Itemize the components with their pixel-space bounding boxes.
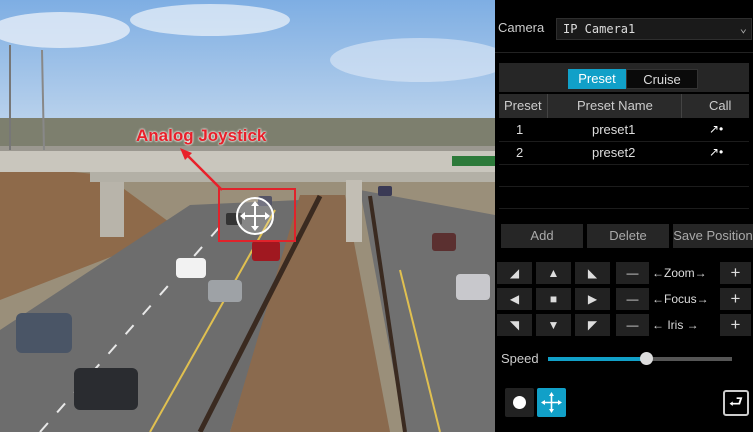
camera-row: Camera IP Camera1 ⌄ bbox=[495, 14, 753, 42]
crosshair-arrows-icon bbox=[240, 201, 270, 231]
move-arrows-icon bbox=[541, 392, 562, 413]
speed-slider-thumb[interactable] bbox=[639, 352, 653, 365]
iris-open-button[interactable]: + bbox=[720, 314, 751, 336]
column-header-preset: Preset bbox=[504, 98, 542, 113]
pan-left-button[interactable]: ◀ bbox=[497, 288, 532, 310]
preset-table-header: Preset Preset Name Call bbox=[499, 94, 749, 118]
stop-button[interactable]: ■ bbox=[536, 288, 571, 310]
analog-joystick[interactable] bbox=[236, 197, 274, 235]
iris-close-button[interactable]: — bbox=[616, 314, 649, 336]
pan-right-button[interactable]: ▶ bbox=[575, 288, 610, 310]
zoom-label: ←Zoom→ bbox=[652, 266, 707, 280]
pan-up-button[interactable]: ▲ bbox=[536, 262, 571, 284]
preset-name: preset1 bbox=[592, 122, 636, 137]
divider bbox=[499, 164, 749, 165]
preset-cruise-tabs: Preset Cruise bbox=[499, 63, 749, 92]
speed-slider-fill bbox=[548, 357, 646, 361]
divider bbox=[499, 186, 749, 187]
focus-label: ←Focus→ bbox=[652, 292, 709, 306]
preset-name: preset2 bbox=[592, 145, 636, 160]
iris-label: ← Iris → bbox=[652, 318, 699, 332]
table-row[interactable]: 1 preset1 ↗• bbox=[499, 119, 749, 141]
zoom-in-button[interactable]: + bbox=[720, 262, 751, 284]
call-preset-icon[interactable]: ↗• bbox=[709, 145, 723, 159]
add-button[interactable]: Add bbox=[501, 224, 583, 248]
table-row[interactable]: 2 preset2 ↗• bbox=[499, 142, 749, 164]
preset-index: 1 bbox=[516, 122, 524, 137]
divider bbox=[547, 94, 548, 118]
pan-up-right-button[interactable]: ◣ bbox=[575, 262, 610, 284]
speed-label: Speed bbox=[501, 351, 539, 366]
column-header-preset-name: Preset Name bbox=[577, 98, 653, 113]
pan-up-left-button[interactable]: ◢ bbox=[497, 262, 532, 284]
focus-near-button[interactable]: — bbox=[616, 288, 649, 310]
return-arrow-icon: ⮐ bbox=[728, 394, 744, 411]
camera-view[interactable]: Analog Joystick bbox=[0, 0, 495, 432]
tab-preset[interactable]: Preset bbox=[568, 69, 626, 89]
pan-down-left-button[interactable]: ◥ bbox=[497, 314, 532, 336]
preset-index: 2 bbox=[516, 145, 524, 160]
analog-joystick-annotation: Analog Joystick bbox=[136, 126, 267, 145]
delete-button[interactable]: Delete bbox=[587, 224, 669, 248]
zoom-out-button[interactable]: — bbox=[616, 262, 649, 284]
back-button[interactable]: ⮐ bbox=[723, 390, 749, 416]
record-button[interactable] bbox=[505, 388, 534, 417]
pan-down-right-button[interactable]: ◤ bbox=[575, 314, 610, 336]
speed-slider[interactable] bbox=[548, 352, 732, 365]
ptz-move-button[interactable] bbox=[537, 388, 566, 417]
column-header-call: Call bbox=[709, 98, 732, 113]
camera-select-value: IP Camera1 bbox=[563, 22, 636, 36]
camera-select[interactable]: IP Camera1 ⌄ bbox=[556, 18, 752, 40]
call-preset-icon[interactable]: ↗• bbox=[709, 122, 723, 136]
pan-down-button[interactable]: ▼ bbox=[536, 314, 571, 336]
save-position-button[interactable]: Save Position bbox=[673, 224, 753, 248]
focus-far-button[interactable]: + bbox=[720, 288, 751, 310]
divider bbox=[681, 94, 682, 118]
chevron-down-icon: ⌄ bbox=[739, 21, 747, 35]
divider bbox=[495, 52, 753, 53]
divider bbox=[499, 208, 749, 209]
ptz-control-panel: Camera IP Camera1 ⌄ Preset Cruise Preset… bbox=[495, 0, 753, 432]
camera-label: Camera bbox=[498, 20, 545, 35]
record-icon bbox=[513, 396, 526, 409]
tab-cruise[interactable]: Cruise bbox=[626, 69, 698, 89]
